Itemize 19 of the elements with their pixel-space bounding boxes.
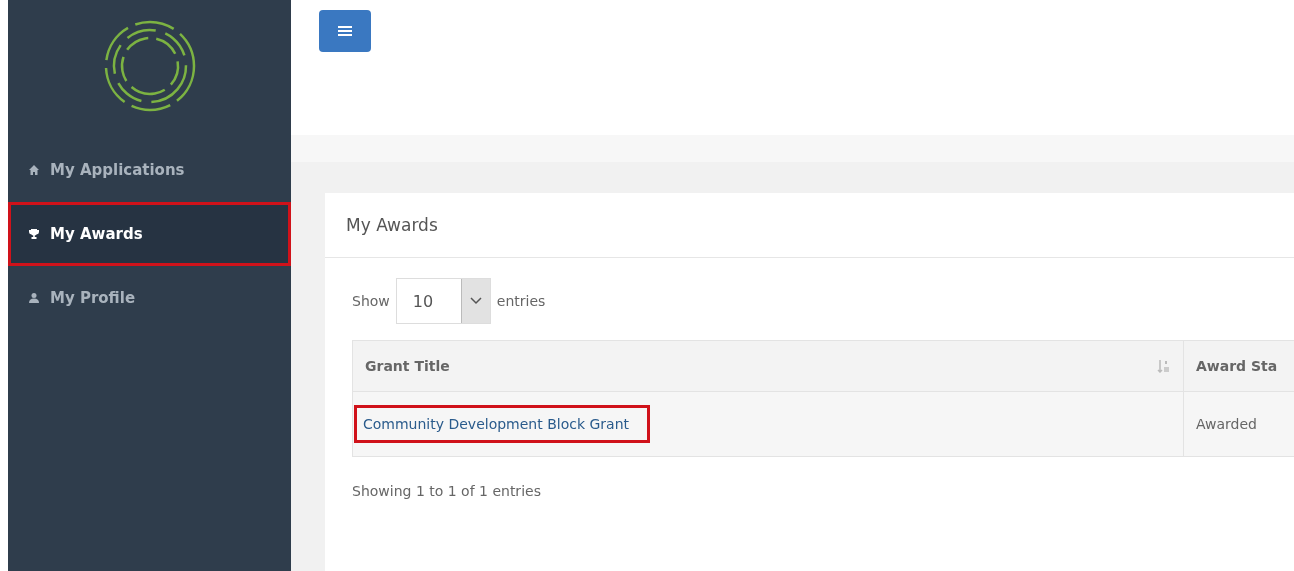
- trophy-icon: [28, 228, 40, 240]
- menu-icon: [338, 25, 352, 37]
- user-icon: [28, 292, 40, 304]
- table-info: Showing 1 to 1 of 1 entries: [351, 482, 542, 499]
- entries-select[interactable]: 10: [395, 278, 491, 324]
- sort-icon: [1157, 359, 1171, 373]
- caret-icon: [469, 297, 482, 305]
- menu-button[interactable]: [319, 10, 371, 52]
- sidebar-item[interactable]: My Awards: [8, 202, 291, 266]
- table-cell: Awarded: [1183, 391, 1294, 457]
- column-header[interactable]: Grant Title: [352, 340, 1184, 392]
- card-title: My Awards: [325, 193, 1294, 258]
- sidebar-item[interactable]: My Profile: [8, 266, 291, 330]
- entries-label: entries: [496, 293, 546, 309]
- show-label: Show: [352, 293, 390, 309]
- grant-link[interactable]: Community Development Block Grant: [357, 408, 648, 440]
- sidebar-item[interactable]: My Applications: [8, 138, 291, 202]
- house-icon: [28, 164, 40, 176]
- column-header[interactable]: Award Sta: [1183, 340, 1294, 392]
